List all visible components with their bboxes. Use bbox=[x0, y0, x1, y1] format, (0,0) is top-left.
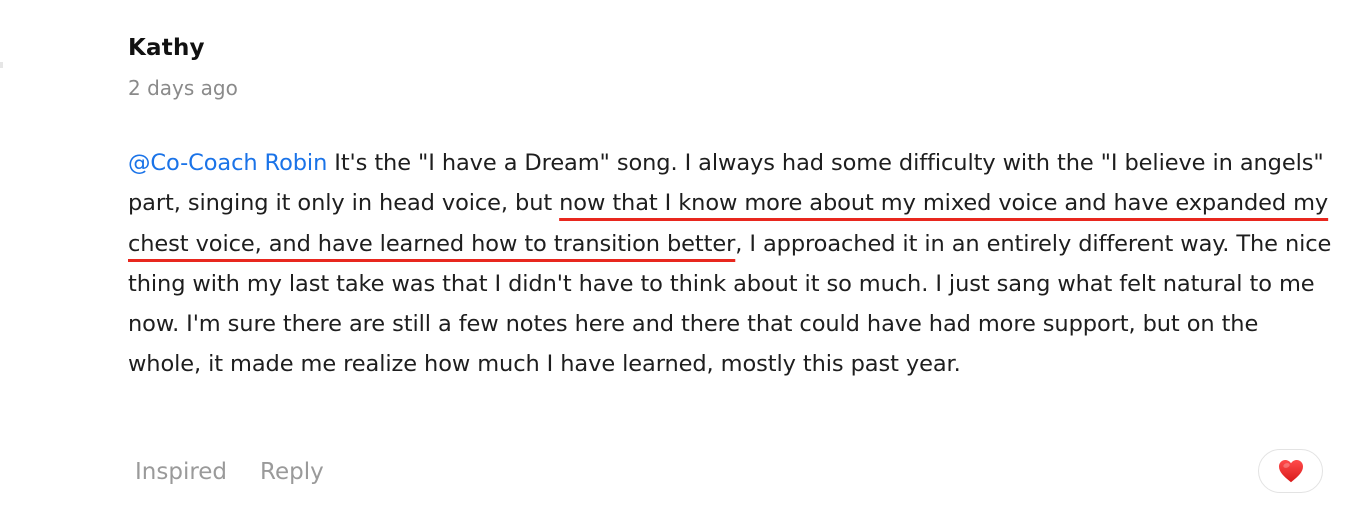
comment-body: @Co-Coach Robin It's the "I have a Dream… bbox=[128, 143, 1333, 385]
comment-author: Kathy bbox=[128, 35, 205, 61]
heart-icon bbox=[1278, 460, 1303, 483]
comment-actions: Inspired Reply bbox=[128, 454, 324, 490]
comment-card: Kathy 2 days ago @Co-Coach Robin It's th… bbox=[128, 30, 1333, 485]
left-edge-marker bbox=[0, 62, 3, 68]
mention-link[interactable]: @Co-Coach Robin bbox=[128, 150, 327, 176]
inspired-button[interactable]: Inspired bbox=[128, 454, 227, 490]
heart-reaction-button[interactable] bbox=[1258, 449, 1323, 493]
comment-timestamp: 2 days ago bbox=[128, 76, 238, 100]
reply-button[interactable]: Reply bbox=[260, 454, 324, 490]
